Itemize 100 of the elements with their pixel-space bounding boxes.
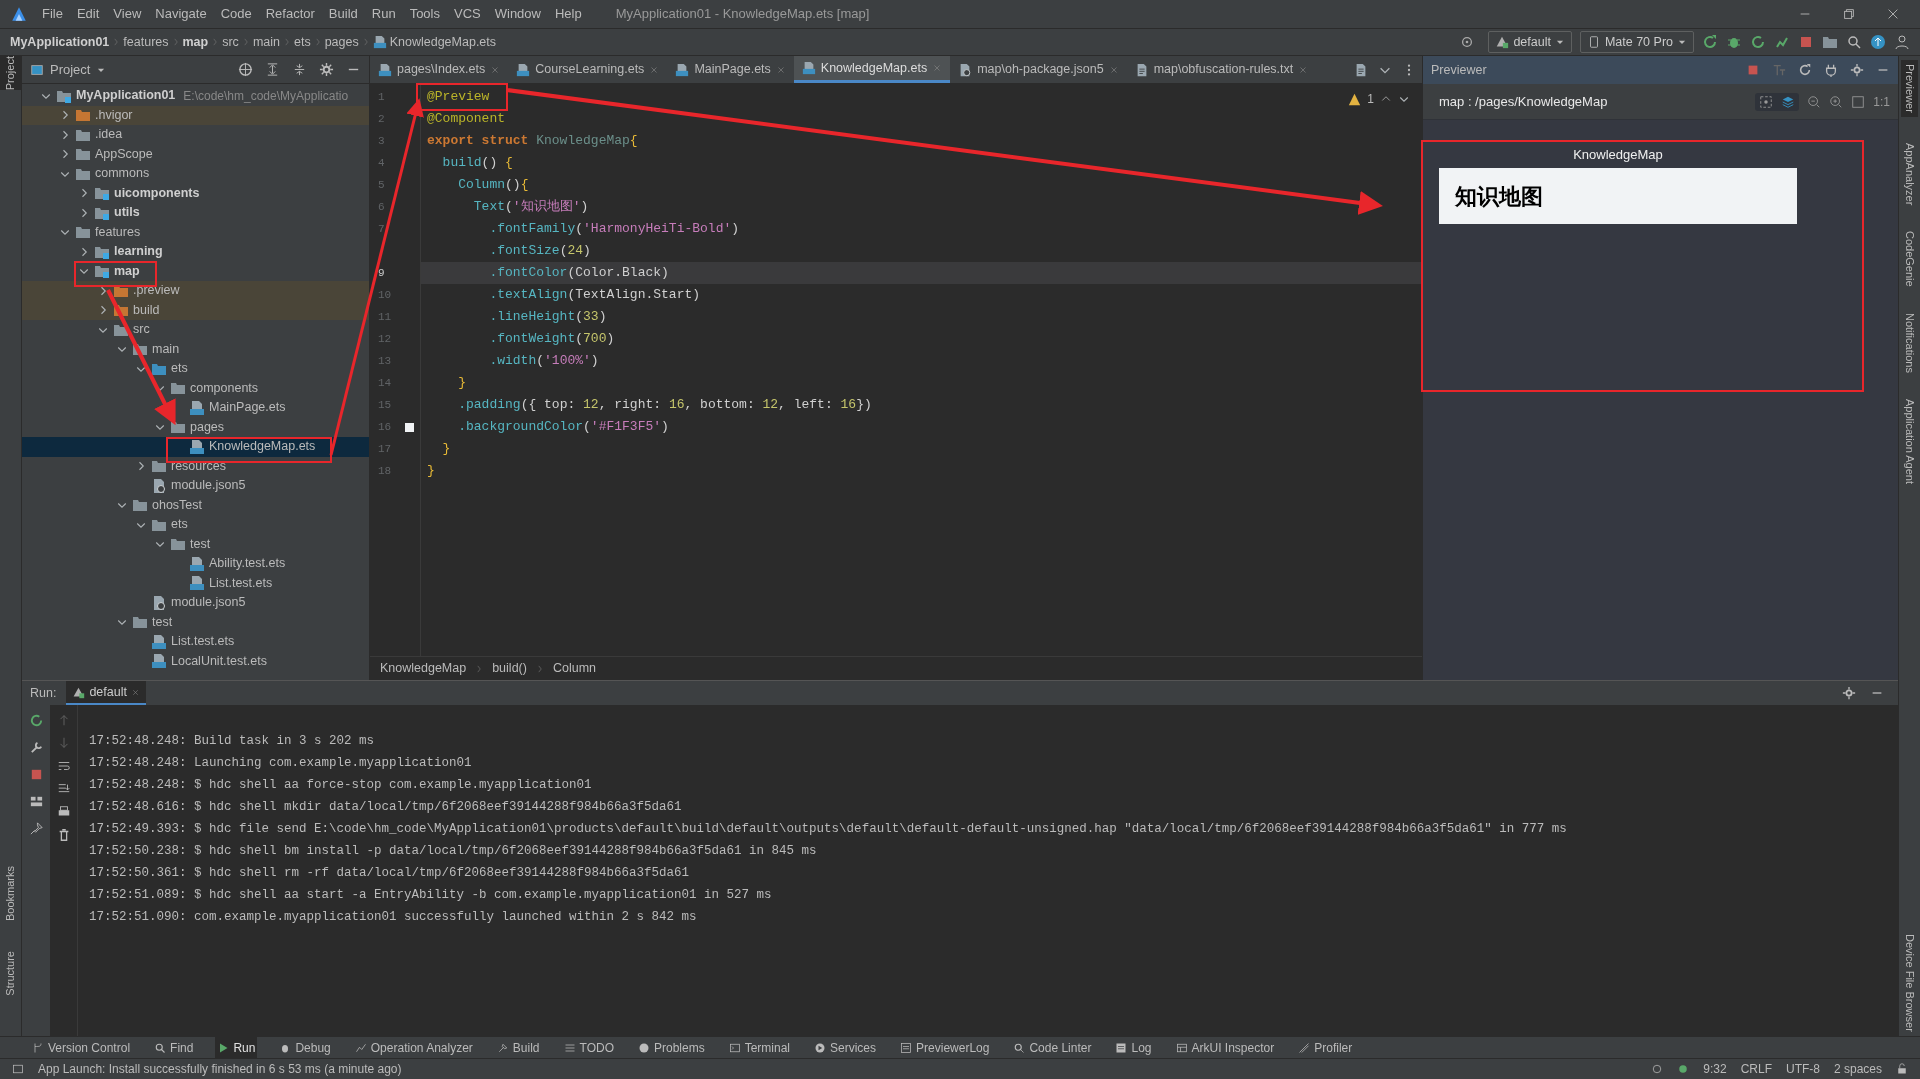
inspect-icon[interactable] [1759,94,1774,109]
tree-item[interactable]: module.json5 [22,476,369,496]
tree-item[interactable]: test [22,612,369,632]
menu-item[interactable]: Navigate [155,4,207,24]
menu-item[interactable]: Tools [409,4,440,24]
menu-item[interactable]: File [42,4,63,24]
tree-item[interactable]: pages [22,417,369,437]
tree-item[interactable]: main [22,339,369,359]
breadcrumb-item[interactable]: Column [552,659,596,678]
tree-item[interactable]: resources [22,456,369,476]
rerun-icon[interactable] [28,713,44,728]
tree-item[interactable]: MainPage.ets [22,398,369,418]
editor-tab[interactable]: KnowledgeMap.ets [793,56,951,83]
tree-item[interactable]: ohosTest [22,495,369,515]
tree-item[interactable]: .hvigor [22,105,369,125]
tree-item[interactable]: test [22,534,369,554]
collapse-all-icon[interactable] [292,62,307,77]
tool-window-button[interactable]: Previewer [1901,60,1918,117]
lock-icon[interactable] [1896,1063,1908,1075]
panel-title-dropdown[interactable]: Project [50,59,107,80]
wrap-icon[interactable] [56,759,71,773]
tool-window-button[interactable]: Application Agent [1901,398,1918,484]
menu-item[interactable]: Edit [76,4,100,24]
status-item[interactable]: 9:32 [1703,1060,1727,1078]
close-icon[interactable] [775,64,786,75]
expand-all-icon[interactable] [265,62,280,77]
layers-icon[interactable] [1781,94,1796,109]
tree-item[interactable]: features [22,222,369,242]
breadcrumb-item[interactable]: pages [324,32,359,52]
breadcrumb-item[interactable]: KnowledgeMap [380,659,467,678]
tree-item[interactable]: ets [22,515,369,535]
tool-window-button[interactable]: Structure [2,951,19,996]
tree-item[interactable]: ets [22,359,369,379]
tool-window-button[interactable]: Problems [636,1037,707,1058]
close-icon[interactable] [649,64,660,75]
tool-window-button[interactable]: Terminal [726,1037,793,1058]
close-icon[interactable] [1298,64,1309,75]
tool-window-button[interactable]: Code Linter [1011,1037,1094,1058]
menu-item[interactable]: Run [371,4,396,24]
settings-icon[interactable] [1850,63,1864,77]
status-item[interactable]: UTF-8 [1785,1060,1820,1078]
tree-item[interactable]: Ability.test.ets [22,554,369,574]
tree-item[interactable]: List.test.ets [22,573,369,593]
tree-item[interactable]: components [22,378,369,398]
tool-window-button[interactable]: Operation Analyzer [352,1037,475,1058]
breadcrumb-item[interactable]: ets [293,32,311,52]
settings-icon[interactable] [1842,686,1856,700]
device-dropdown[interactable]: Mate 70 Pro [1579,31,1694,53]
menu-item[interactable]: Help [554,4,582,24]
menu-item[interactable]: Window [494,4,541,24]
settings-icon[interactable] [319,62,334,77]
tool-window-button[interactable]: PreviewerLog [898,1037,992,1058]
tool-window-button[interactable]: AppAnalyzer [1901,142,1918,206]
editor-tab[interactable]: CourseLearning.ets [508,56,668,83]
stop-icon[interactable] [1798,34,1814,50]
tree-item[interactable]: map [22,261,369,281]
tree-item[interactable]: module.json5 [22,593,369,613]
wrench-icon[interactable] [28,740,44,755]
tool-window-button[interactable]: TODO [561,1037,616,1058]
tree-item[interactable]: uicomponents [22,183,369,203]
breadcrumb-item[interactable]: src [222,32,239,52]
zoom-out-icon[interactable] [1807,94,1822,109]
target-icon[interactable] [1460,35,1475,49]
breadcrumb-item[interactable]: MyApplication01 [10,32,110,52]
status-item[interactable]: CRLF [1740,1060,1772,1078]
tree-item[interactable]: .preview [22,281,369,301]
run-config-dropdown[interactable]: default [1488,31,1572,53]
tool-window-button[interactable]: Services [812,1037,879,1058]
menu-item[interactable]: Refactor [265,4,315,24]
editor-tab[interactable]: map\obfuscation-rules.txt [1126,56,1317,83]
breadcrumb-item[interactable]: map [182,32,209,52]
tree-item[interactable]: List.test.ets [22,632,369,652]
status-item[interactable]: 2 spaces [1833,1060,1882,1078]
tree-item[interactable]: LocalUnit.test.ets [22,651,369,671]
tool-window-button[interactable]: Version Control [30,1037,133,1058]
menu-item[interactable]: VCS [454,4,481,24]
close-icon[interactable] [490,64,501,75]
search-icon[interactable] [1846,34,1862,50]
update-icon[interactable] [1870,34,1886,50]
locate-icon[interactable] [238,62,253,77]
tool-window-button[interactable]: Build [494,1037,542,1058]
close-icon[interactable] [130,687,140,697]
breadcrumb-item[interactable]: main [252,32,280,52]
tool-window-button[interactable]: CodeGenie [1901,231,1918,287]
user-icon[interactable] [1894,34,1910,50]
tool-window-button[interactable]: Debug [277,1037,333,1058]
plug-icon[interactable] [1824,63,1838,77]
menu-item[interactable]: Code [220,4,252,24]
editor-tab[interactable]: map\oh-package.json5 [950,56,1127,83]
tool-window-button[interactable]: Device File Browser [1899,934,1920,1032]
text-file-icon[interactable] [1354,62,1368,77]
close-icon[interactable] [1886,7,1900,21]
tree-item[interactable]: KnowledgeMap.ets [22,437,369,457]
zoom-in-icon[interactable] [1829,94,1844,109]
folder-icon[interactable] [1822,34,1838,50]
print-icon[interactable] [56,805,71,819]
pin-icon[interactable] [28,821,44,836]
tree-item[interactable]: learning [22,242,369,262]
warning-icon[interactable] [1348,92,1362,106]
reload-icon[interactable] [1750,34,1766,50]
